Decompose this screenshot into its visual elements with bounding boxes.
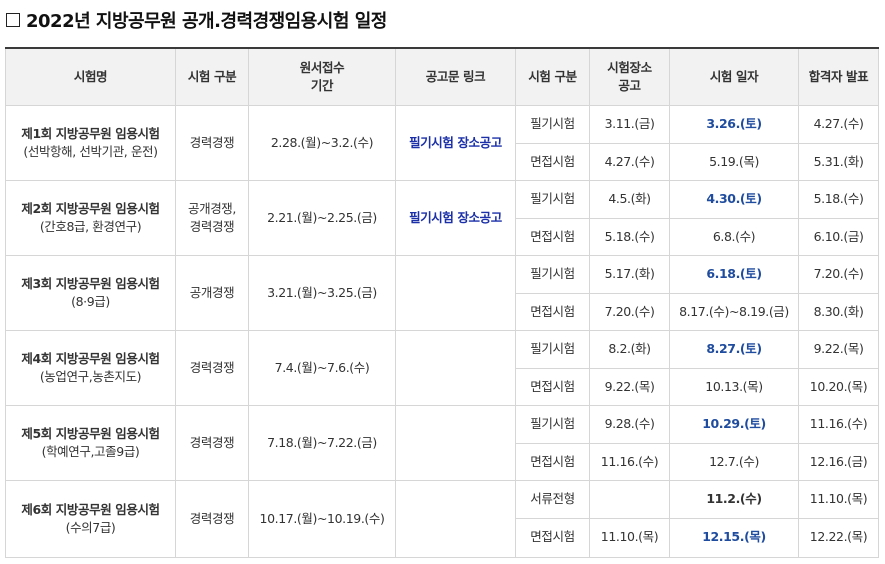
stage-cell: 면접시험	[515, 517, 590, 558]
header-exam-type: 시험 구분	[175, 47, 249, 106]
exam-schedule-table: 시험명 시험 구분 원서접수 기간 공고문 링크 시험 구분 시험장소 공고 시…	[5, 47, 879, 558]
result-date-cell: 11.16.(수)	[798, 405, 879, 444]
header-stage: 시험 구분	[515, 47, 590, 106]
stage-cell: 필기시험	[515, 180, 590, 219]
stage-cell: 면접시험	[515, 442, 590, 481]
venue-cell: 3.11.(금)	[589, 105, 670, 144]
venue-cell: 8.2.(화)	[589, 330, 670, 369]
exam-date-cell: 8.27.(토)	[669, 330, 799, 369]
exam-date-cell: 12.7.(수)	[669, 442, 799, 481]
exam-date-cell: 11.2.(수)	[669, 480, 799, 519]
result-date-cell: 10.20.(목)	[798, 367, 879, 406]
header-application-period: 원서접수 기간	[248, 47, 396, 106]
result-date-cell: 5.18.(수)	[798, 180, 879, 219]
venue-notice-link[interactable]: 필기시험 장소공고	[409, 135, 502, 150]
table-row: 제3회 지방공무원 임용시험 (8·9급) 공개경쟁 3.21.(월)~3.25…	[5, 255, 879, 331]
exam-date-cell: 4.30.(토)	[669, 180, 799, 219]
exam-date-cell: 5.19.(목)	[669, 142, 799, 181]
venue-cell: 4.5.(화)	[589, 180, 670, 219]
result-date-cell: 9.22.(목)	[798, 330, 879, 369]
exam-name-cell: 제4회 지방공무원 임용시험 (농업연구,농촌지도)	[5, 330, 176, 406]
venue-cell: 11.10.(목)	[589, 517, 670, 558]
header-notice-link: 공고문 링크	[395, 47, 516, 106]
page-title-text: 2022년 지방공무원 공개.경력경쟁임용시험 일정	[26, 11, 387, 32]
application-period-cell: 2.21.(월)~2.25.(금)	[248, 180, 396, 256]
exam-name-cell: 제1회 지방공무원 임용시험 (선박항해, 선박기관, 운전)	[5, 105, 176, 181]
header-exam-date: 시험 일자	[669, 47, 799, 106]
application-period-cell: 7.18.(월)~7.22.(금)	[248, 405, 396, 481]
stage-cell: 면접시험	[515, 217, 590, 256]
result-date-cell: 6.10.(금)	[798, 217, 879, 256]
stage-cell: 필기시험	[515, 255, 590, 294]
exam-date-cell: 6.18.(토)	[669, 255, 799, 294]
header-venue-notice: 시험장소 공고	[589, 47, 670, 106]
venue-cell: 5.17.(화)	[589, 255, 670, 294]
venue-cell: 4.27.(수)	[589, 142, 670, 181]
venue-cell: 5.18.(수)	[589, 217, 670, 256]
table-row: 제6회 지방공무원 임용시험 (수의7급) 경력경쟁 10.17.(월)~10.…	[5, 480, 879, 558]
stage-cell: 필기시험	[515, 105, 590, 144]
venue-cell: 9.22.(목)	[589, 367, 670, 406]
header-result-date: 합격자 발표	[798, 47, 879, 106]
checkbox-square-icon	[6, 13, 20, 27]
notice-link-cell: 필기시험 장소공고	[395, 105, 516, 181]
venue-cell: 11.16.(수)	[589, 442, 670, 481]
result-date-cell: 5.31.(화)	[798, 142, 879, 181]
notice-link-cell	[395, 330, 516, 406]
stage-cell: 면접시험	[515, 292, 590, 331]
notice-link-cell: 필기시험 장소공고	[395, 180, 516, 256]
stage-cell: 면접시험	[515, 142, 590, 181]
exam-date-cell: 10.13.(목)	[669, 367, 799, 406]
exam-name-cell: 제2회 지방공무원 임용시험 (간호8급, 환경연구)	[5, 180, 176, 256]
page: 2022년 지방공무원 공개.경력경쟁임용시험 일정 시험명 시험 구분 원서접…	[0, 0, 885, 564]
table-row: 제2회 지방공무원 임용시험 (간호8급, 환경연구) 공개경쟁, 경력경쟁 2…	[5, 180, 879, 256]
result-date-cell: 7.20.(수)	[798, 255, 879, 294]
exam-name-cell: 제3회 지방공무원 임용시험 (8·9급)	[5, 255, 176, 331]
venue-cell: 7.20.(수)	[589, 292, 670, 331]
result-date-cell: 12.22.(목)	[798, 517, 879, 558]
result-date-cell: 12.16.(금)	[798, 442, 879, 481]
exam-date-cell: 12.15.(목)	[669, 517, 799, 558]
venue-cell: 9.28.(수)	[589, 405, 670, 444]
header-exam-name: 시험명	[5, 47, 176, 106]
stage-cell: 필기시험	[515, 405, 590, 444]
exam-date-cell: 8.17.(수)~8.19.(금)	[669, 292, 799, 331]
exam-type-cell: 경력경쟁	[175, 405, 249, 481]
venue-notice-link[interactable]: 필기시험 장소공고	[409, 210, 502, 225]
application-period-cell: 3.21.(월)~3.25.(금)	[248, 255, 396, 331]
exam-date-cell: 6.8.(수)	[669, 217, 799, 256]
stage-cell: 필기시험	[515, 330, 590, 369]
notice-link-cell	[395, 480, 516, 558]
table-row: 제5회 지방공무원 임용시험 (학예연구,고졸9급) 경력경쟁 7.18.(월)…	[5, 405, 879, 481]
exam-name-cell: 제5회 지방공무원 임용시험 (학예연구,고졸9급)	[5, 405, 176, 481]
exam-name-cell: 제6회 지방공무원 임용시험 (수의7급)	[5, 480, 176, 558]
exam-type-cell: 공개경쟁	[175, 255, 249, 331]
table-row: 제1회 지방공무원 임용시험 (선박항해, 선박기관, 운전) 경력경쟁 2.2…	[5, 105, 879, 181]
venue-cell	[589, 480, 670, 519]
exam-type-cell: 경력경쟁	[175, 105, 249, 181]
table-row: 제4회 지방공무원 임용시험 (농업연구,농촌지도) 경력경쟁 7.4.(월)~…	[5, 330, 879, 406]
application-period-cell: 2.28.(월)~3.2.(수)	[248, 105, 396, 181]
exam-date-cell: 3.26.(토)	[669, 105, 799, 144]
notice-link-cell	[395, 405, 516, 481]
result-date-cell: 4.27.(수)	[798, 105, 879, 144]
exam-type-cell: 경력경쟁	[175, 480, 249, 558]
stage-cell: 면접시험	[515, 367, 590, 406]
result-date-cell: 11.10.(목)	[798, 480, 879, 519]
exam-type-cell: 공개경쟁, 경력경쟁	[175, 180, 249, 256]
table-header-row: 시험명 시험 구분 원서접수 기간 공고문 링크 시험 구분 시험장소 공고 시…	[5, 47, 879, 106]
exam-date-cell: 10.29.(토)	[669, 405, 799, 444]
notice-link-cell	[395, 255, 516, 331]
application-period-cell: 10.17.(월)~10.19.(수)	[248, 480, 396, 558]
application-period-cell: 7.4.(월)~7.6.(수)	[248, 330, 396, 406]
exam-type-cell: 경력경쟁	[175, 330, 249, 406]
stage-cell: 서류전형	[515, 480, 590, 519]
page-title: 2022년 지방공무원 공개.경력경쟁임용시험 일정	[6, 6, 387, 34]
result-date-cell: 8.30.(화)	[798, 292, 879, 331]
